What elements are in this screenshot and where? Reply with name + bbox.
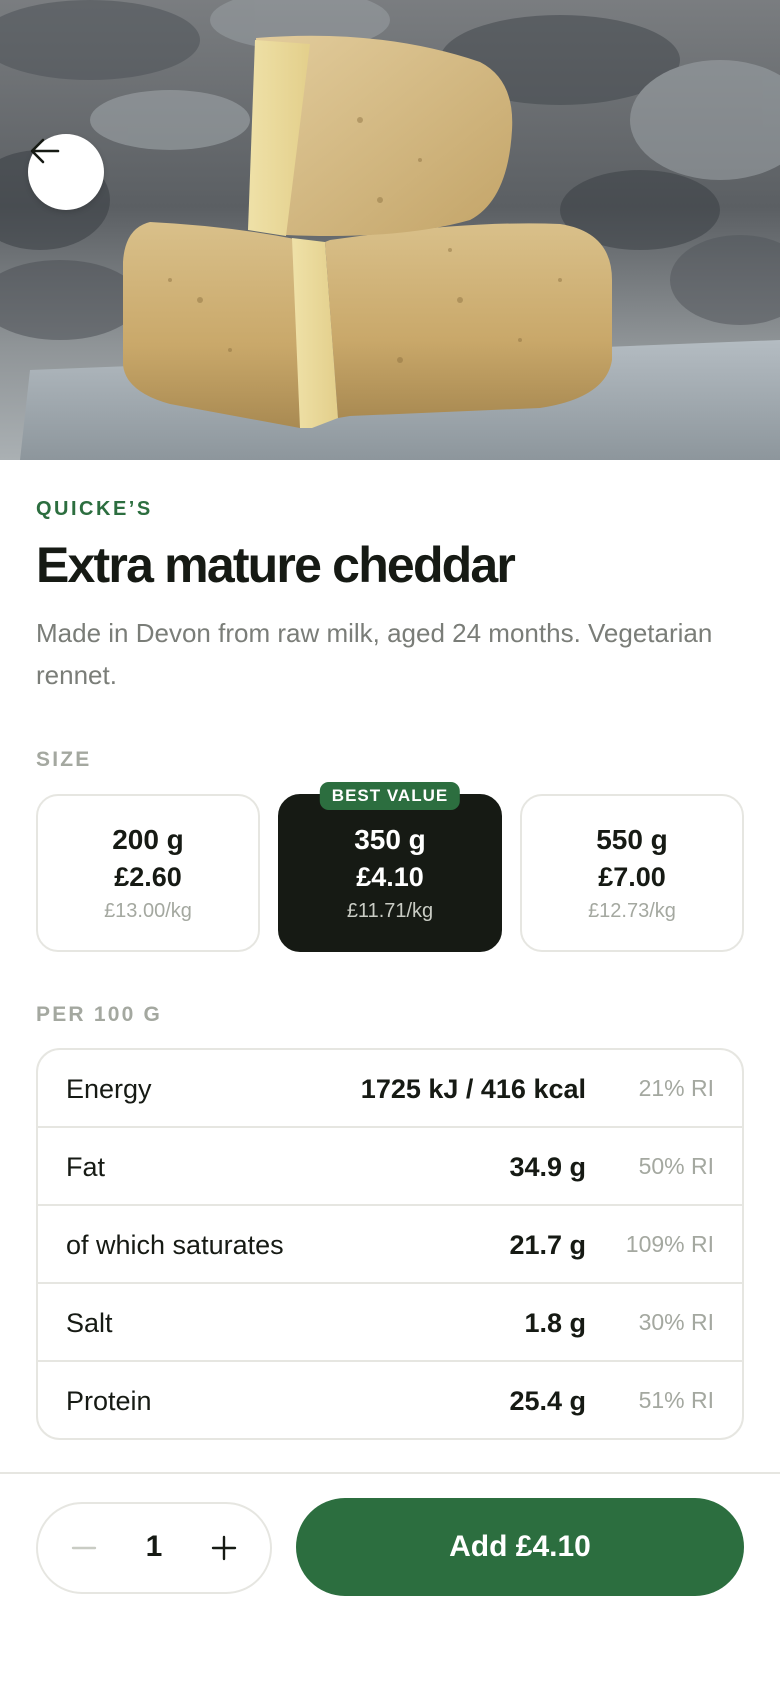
size-unit-price: £12.73/kg	[588, 900, 676, 922]
size-unit-price: £11.71/kg	[346, 900, 434, 922]
size-option-200g[interactable]: 200 g £2.60 £13.00/kg	[36, 794, 260, 952]
nutrition-row-fat: Fat 34.9 g 50% RI	[38, 1128, 742, 1206]
nutrition-row-saturates: of which saturates 21.7 g 109% RI	[38, 1206, 742, 1284]
nutrient-amount: 1.8 g	[524, 1308, 586, 1338]
arrow-left-icon	[30, 138, 60, 164]
size-option-550g[interactable]: 550 g £7.00 £12.73/kg	[520, 794, 744, 952]
quantity-value: 1	[145, 1530, 163, 1563]
nutrient-amount: 21.7 g	[509, 1230, 586, 1260]
brand-name: QUICKE’S	[36, 498, 153, 520]
minus-icon	[71, 1546, 97, 1550]
nutrient-name: of which saturates	[66, 1230, 284, 1260]
nutrition-row-energy: Energy 1725 kJ / 416 kcal 21% RI	[38, 1050, 742, 1128]
nutrient-name: Fat	[66, 1152, 106, 1182]
nutrient-ri: 21% RI	[638, 1075, 714, 1101]
best-value-badge: BEST VALUE	[319, 782, 461, 810]
size-price: £4.10	[356, 862, 424, 892]
product-hero-image	[0, 0, 780, 460]
nutrient-ri: 109% RI	[625, 1231, 714, 1257]
product-description: Made in Devon from raw milk, aged 24 mon…	[36, 618, 713, 690]
nutrient-name: Energy	[66, 1074, 152, 1104]
size-weight: 550 g	[596, 824, 668, 855]
nutrient-amount: 34.9 g	[509, 1152, 586, 1182]
size-weight: 350 g	[354, 824, 426, 855]
add-to-basket-button[interactable]: Add £4.10	[296, 1498, 744, 1596]
product-title: Extra mature cheddar	[36, 537, 516, 593]
nutrition-section-label: PER 100 G	[36, 1003, 163, 1026]
size-unit-price: £13.00/kg	[104, 900, 192, 922]
size-options: 200 g £2.60 £13.00/kg BEST VALUE 350 g £…	[36, 782, 744, 952]
nutrition-row-protein: Protein 25.4 g 51% RI	[38, 1362, 742, 1438]
size-price: £7.00	[598, 862, 666, 892]
size-price: £2.60	[114, 862, 182, 892]
size-section-label: SIZE	[36, 748, 92, 771]
nutrient-ri: 30% RI	[638, 1309, 714, 1335]
quantity-stepper: 1	[36, 1502, 272, 1594]
footer-divider	[0, 1472, 780, 1474]
size-weight: 200 g	[112, 824, 184, 855]
plus-icon	[211, 1535, 237, 1561]
nutrient-name: Protein	[66, 1386, 152, 1416]
back-button[interactable]	[28, 134, 104, 210]
nutrition-row-salt: Salt 1.8 g 30% RI	[38, 1284, 742, 1362]
nutrition-table: Energy 1725 kJ / 416 kcal 21% RI Fat 34.…	[36, 1048, 744, 1440]
cheese-wheels-photo	[0, 0, 780, 460]
size-option-350g[interactable]: BEST VALUE 350 g £4.10 £11.71/kg	[278, 782, 502, 952]
nutrient-amount: 25.4 g	[509, 1386, 586, 1416]
nutrient-ri: 50% RI	[638, 1153, 714, 1179]
decrease-quantity-button[interactable]	[44, 1504, 124, 1592]
nutrient-ri: 51% RI	[638, 1387, 714, 1413]
nutrient-amount: 1725 kJ / 416 kcal	[360, 1074, 586, 1104]
nutrient-name: Salt	[66, 1308, 113, 1338]
increase-quantity-button[interactable]	[184, 1504, 264, 1592]
